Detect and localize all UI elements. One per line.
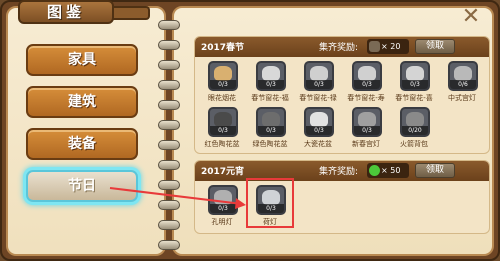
- item-count: 0/3: [354, 126, 380, 135]
- ring: [158, 20, 180, 30]
- item-slot: 0/3: [256, 107, 286, 137]
- category-equipment-button[interactable]: 装备: [26, 128, 138, 160]
- section-title: 2017春节: [201, 43, 245, 53]
- claim-button[interactable]: 领取: [415, 39, 455, 54]
- reward-badge: × 20: [367, 39, 409, 54]
- ring: [158, 220, 180, 230]
- item-count: 0/3: [210, 80, 236, 89]
- item-count: 0/3: [258, 80, 284, 89]
- ring: [158, 40, 180, 50]
- section-spring-festival: 2017春节 集齐奖励: × 20 领取 0/3 眼花烟花 0/3 春节窗花-福 0/3…: [194, 36, 490, 154]
- item-icon: [406, 66, 424, 81]
- item-icon: [310, 112, 328, 127]
- ring: [158, 60, 180, 70]
- reward-badge: × 50: [367, 163, 409, 178]
- ring: [158, 160, 180, 170]
- item-slot: 0/3: [208, 107, 238, 137]
- category-furniture-button[interactable]: 家具: [26, 44, 138, 76]
- item-slot: 0/3: [208, 61, 238, 91]
- item-name: 大瓷花盆: [304, 140, 332, 148]
- item-count: 0/3: [306, 126, 332, 135]
- item-icon: [214, 66, 232, 81]
- item-icon: [310, 66, 328, 81]
- ring: [158, 200, 180, 210]
- reward-count: × 50: [381, 166, 401, 175]
- item-name: 春节窗花-寿: [347, 94, 385, 102]
- item-slot: 0/3: [400, 61, 430, 91]
- item-count: 0/3: [258, 126, 284, 135]
- section-header: 2017春节 集齐奖励: × 20 领取: [195, 37, 489, 57]
- item-name: 火箭背包: [400, 140, 428, 148]
- ring: [158, 80, 180, 90]
- item-count: 0/20: [402, 126, 428, 135]
- category-building-button[interactable]: 建筑: [26, 86, 138, 118]
- item-icon: [262, 66, 280, 81]
- title-tab-tail: [110, 6, 150, 20]
- item-icon: [358, 66, 376, 81]
- item-slot: 0/3: [352, 61, 382, 91]
- item-slot: 0/3: [352, 107, 382, 137]
- ring: [158, 100, 180, 110]
- item-name: 眼花烟花: [208, 94, 236, 102]
- item-slot: 0/3: [304, 107, 334, 137]
- item-count: 0/3: [306, 80, 332, 89]
- pickaxe-icon: [369, 41, 380, 52]
- ring: [158, 140, 180, 150]
- page-title: 图鉴: [18, 0, 114, 24]
- highlight-box: [246, 178, 294, 228]
- item-count: 0/3: [354, 80, 380, 89]
- item-name: 新春宫灯: [352, 140, 380, 148]
- item-slot: 0/20: [400, 107, 430, 137]
- item-name: 春节窗花-禄: [299, 94, 337, 102]
- reward-label: 集齐奖励:: [319, 167, 359, 177]
- item-count: 0/3: [210, 126, 236, 135]
- item-name: 春节窗花-喜: [395, 94, 433, 102]
- reward-label: 集齐奖励:: [319, 43, 359, 53]
- ring: [158, 240, 180, 250]
- item-name: 春节窗花-福: [251, 94, 289, 102]
- item-count: 0/6: [450, 80, 476, 89]
- item-icon: [358, 112, 376, 127]
- ring: [158, 180, 180, 190]
- reward-count: × 20: [381, 42, 401, 51]
- item-name: 红色陶花盆: [204, 140, 240, 148]
- claim-button[interactable]: 领取: [415, 163, 455, 178]
- item-slot: 0/6: [448, 61, 478, 91]
- item-icon: [406, 112, 424, 127]
- ring: [158, 120, 180, 130]
- item-slot: 0/3: [304, 61, 334, 91]
- item-name: 绿色陶花盆: [252, 140, 288, 148]
- item-icon: [454, 66, 472, 81]
- item-name: 中式宫灯: [448, 94, 476, 102]
- item-icon: [262, 112, 280, 127]
- spiral-binding: [156, 14, 182, 254]
- close-icon[interactable]: ✕: [458, 6, 484, 28]
- item-slot: 0/3: [256, 61, 286, 91]
- gem-icon: [369, 165, 380, 176]
- item-icon: [214, 112, 232, 127]
- item-count: 0/3: [402, 80, 428, 89]
